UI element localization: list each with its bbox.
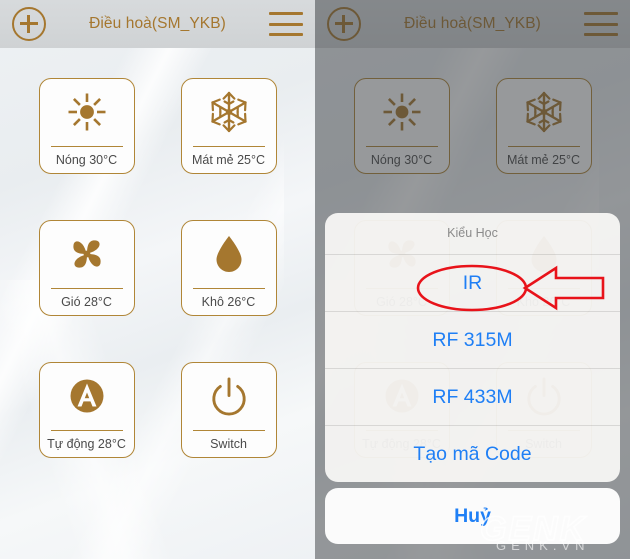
mode-tile-label: Mát mẻ 25°C <box>191 153 266 167</box>
mode-tile-label: Tự động 28°C <box>47 437 126 451</box>
burger-line <box>269 33 303 36</box>
sheet-option-create-code[interactable]: Tạo mã Code <box>325 426 620 482</box>
mode-tile-label: Switch <box>210 437 247 451</box>
mode-tile-cool[interactable]: Mát mẻ 25°C <box>180 78 277 174</box>
mode-tile-fan[interactable]: Gió 28°C <box>38 220 135 316</box>
auto-a-icon <box>40 363 134 430</box>
fan-icon <box>40 221 134 288</box>
mode-tile-label: Gió 28°C <box>61 295 112 309</box>
cancel-button[interactable]: Huỷ <box>325 488 620 544</box>
mode-tile-heat[interactable]: Nóng 30°C <box>38 78 135 174</box>
left-phone-panel: Điều hoà(SM_YKB) Nóng 30°C Mát mẻ 25°C G… <box>0 0 315 559</box>
mode-tile-label: Khô 26°C <box>201 295 256 309</box>
tile-row: Nóng 30°C <box>0 78 315 174</box>
mode-tile-auto[interactable]: Tự động 28°C <box>38 362 135 458</box>
water-drop-icon <box>182 221 276 288</box>
mode-tile-switch[interactable]: Switch <box>180 362 277 458</box>
sun-icon <box>40 79 134 146</box>
burger-line <box>269 12 303 15</box>
mode-tile-dry[interactable]: Khô 26°C <box>180 220 277 316</box>
mode-tile-grid: Nóng 30°C <box>0 48 315 504</box>
tile-row: Gió 28°C Khô 26°C <box>0 220 315 316</box>
mode-tile-label: Nóng 30°C <box>55 153 118 167</box>
sheet-option-ir[interactable]: IR <box>325 255 620 312</box>
screenshot-root: Điều hoà(SM_YKB) Nóng 30°C Mát mẻ 25°C G… <box>0 0 630 559</box>
plus-circle-icon[interactable] <box>12 7 46 41</box>
action-sheet-cancel-group: Huỷ <box>325 488 620 544</box>
sheet-option-rf433m[interactable]: RF 433M <box>325 369 620 426</box>
sheet-option-rf315m[interactable]: RF 315M <box>325 312 620 369</box>
tile-row: Tự động 28°C Switch <box>0 362 315 458</box>
burger-line <box>269 22 303 26</box>
power-icon <box>182 363 276 430</box>
action-sheet-title: Kiểu Học <box>325 213 620 255</box>
action-sheet: Kiểu Học IR RF 315M RF 433M Tạo mã Code <box>325 213 620 482</box>
hamburger-menu-icon[interactable] <box>269 12 303 36</box>
snowflake-icon <box>182 79 276 146</box>
page-title: Điều hoà(SM_YKB) <box>89 15 226 32</box>
app-header-left: Điều hoà(SM_YKB) <box>0 0 315 48</box>
